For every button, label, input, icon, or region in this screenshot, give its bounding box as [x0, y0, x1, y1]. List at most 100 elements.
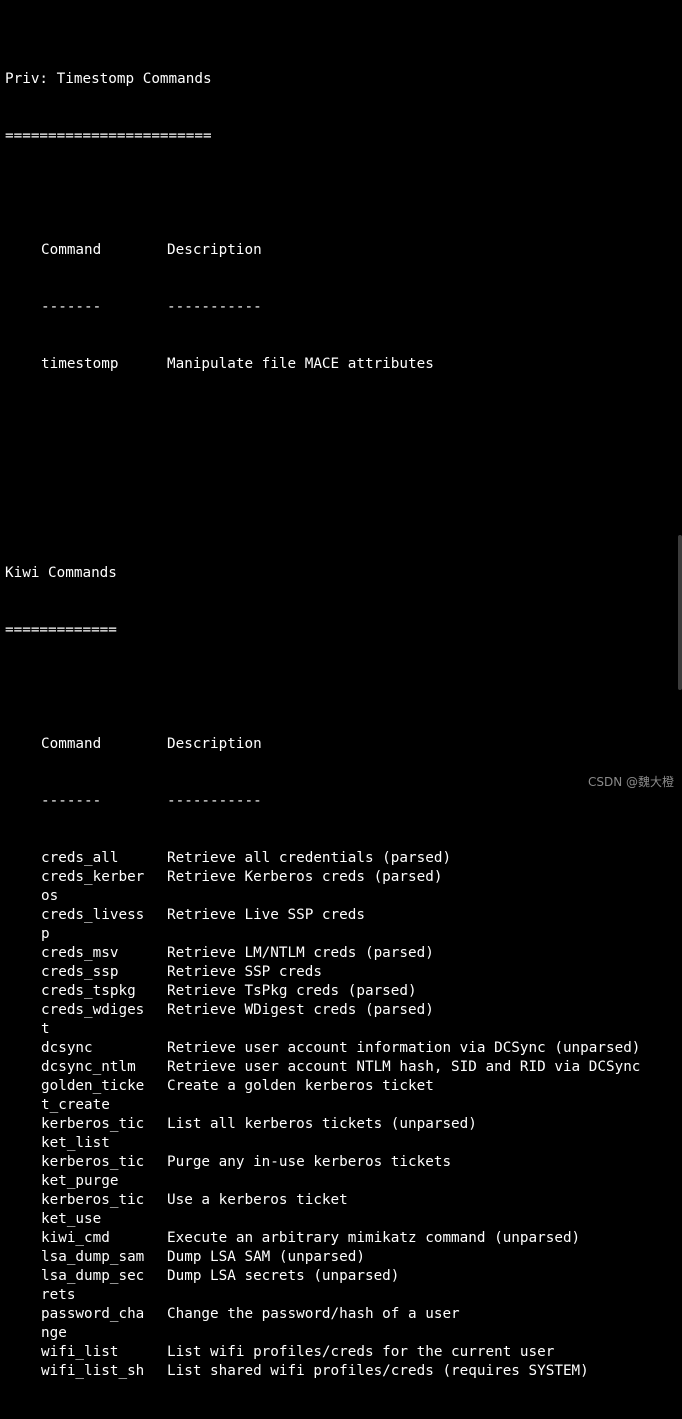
- command-name: dcsync: [41, 1040, 93, 1056]
- table-row: ket_list: [5, 1134, 640, 1153]
- command-name: wifi_list: [41, 1344, 119, 1360]
- table-divider: ------- -----------: [5, 298, 640, 317]
- command-name: creds_livess: [41, 907, 145, 923]
- table-row: kerberos_tic Use a kerberos ticket: [5, 1191, 640, 1210]
- command-description: List shared wifi profiles/creds (require…: [167, 1363, 589, 1379]
- table-row: creds_wdiges Retrieve WDigest creds (pars…: [5, 1001, 640, 1020]
- command-name: creds_msv: [41, 945, 119, 961]
- table-row: golden_ticke Create a golden kerberos tic…: [5, 1077, 640, 1096]
- section-title: Kiwi Commands: [5, 565, 117, 581]
- command-name: kiwi_cmd: [41, 1230, 110, 1246]
- table-row: creds_msv Retrieve LM/NTLM creds (parsed): [5, 944, 640, 963]
- description-column-divider: -----------: [167, 793, 262, 809]
- table-row: kerberos_tic Purge any in-use kerberos ti…: [5, 1153, 640, 1172]
- command-name: lsa_dump_sec: [41, 1268, 145, 1284]
- command-description: List wifi profiles/creds for the current…: [167, 1344, 555, 1360]
- command-name: password_cha: [41, 1306, 145, 1322]
- kiwi-command-table: creds_all Retrieve all credentials (parse…: [5, 849, 640, 1381]
- command-description: Retrieve LM/NTLM creds (parsed): [167, 945, 434, 961]
- command-column-divider: -------: [41, 793, 102, 809]
- table-divider: ------- -----------: [5, 792, 640, 811]
- command-description: Execute an arbitrary mimikatz command (u…: [167, 1230, 581, 1246]
- command-description: Retrieve TsPkg creds (parsed): [167, 983, 417, 999]
- command-description: Retrieve user account information via DC…: [167, 1040, 641, 1056]
- table-row: kiwi_cmd Execute an arbitrary mimikatz co…: [5, 1229, 640, 1248]
- command-name: wifi_list_sh: [41, 1363, 145, 1379]
- command-name: t: [41, 1021, 50, 1037]
- command-column-header: Command: [41, 242, 102, 258]
- table-row: ket_purge: [5, 1172, 640, 1191]
- command-name: creds_all: [41, 850, 119, 866]
- terminal-window: Priv: Timestomp Commands ===============…: [0, 0, 682, 1379]
- description-column-header: Description: [167, 736, 262, 752]
- command-description: Retrieve Live SSP creds: [167, 907, 365, 923]
- table-row: creds_tspkg Retrieve TsPkg creds (parsed): [5, 982, 640, 1001]
- table-row: password_cha Change the password/hash of …: [5, 1305, 640, 1324]
- command-name: t_create: [41, 1097, 110, 1113]
- command-description: Retrieve Kerberos creds (parsed): [167, 869, 443, 885]
- table-row: rets: [5, 1286, 640, 1305]
- section-underline: ========================: [5, 128, 212, 144]
- table-row: creds_all Retrieve all credentials (parse…: [5, 849, 640, 868]
- table-row: p: [5, 925, 640, 944]
- command-name: ket_list: [41, 1135, 110, 1151]
- table-row: lsa_dump_sec Dump LSA secrets (unparsed): [5, 1267, 640, 1286]
- table-header: Command Description: [5, 735, 640, 754]
- command-name: dcsync_ntlm: [41, 1059, 136, 1075]
- table-row: os: [5, 887, 640, 906]
- command-name: golden_ticke: [41, 1078, 145, 1094]
- table-row: wifi_list_sh List shared wifi profiles/cr…: [5, 1362, 640, 1381]
- command-name: lsa_dump_sam: [41, 1249, 145, 1265]
- command-description: Retrieve user account NTLM hash, SID and…: [167, 1059, 641, 1075]
- section-underline: =============: [5, 622, 117, 638]
- command-description: Retrieve all credentials (parsed): [167, 850, 452, 866]
- command-name: nge: [41, 1325, 67, 1341]
- description-column-divider: -----------: [167, 299, 262, 315]
- command-name: creds_tspkg: [41, 983, 136, 999]
- command-column-divider: -------: [41, 299, 102, 315]
- command-name: ket_use: [41, 1211, 102, 1227]
- command-description: Create a golden kerberos ticket: [167, 1078, 434, 1094]
- command-description: List all kerberos tickets (unparsed): [167, 1116, 477, 1132]
- command-name: kerberos_tic: [41, 1192, 145, 1208]
- table-row: timestomp Manipulate file MACE attributes: [5, 355, 640, 374]
- command-name: ket_purge: [41, 1173, 119, 1189]
- command-name: p: [41, 926, 50, 942]
- description-column-header: Description: [167, 242, 262, 258]
- command-column-header: Command: [41, 736, 102, 752]
- command-name: timestomp: [41, 356, 119, 372]
- command-description: Dump LSA SAM (unparsed): [167, 1249, 365, 1265]
- table-row: creds_kerber Retrieve Kerberos creds (par…: [5, 868, 640, 887]
- command-description: Manipulate file MACE attributes: [167, 356, 434, 372]
- table-row: creds_livess Retrieve Live SSP creds: [5, 906, 640, 925]
- table-row: kerberos_tic List all kerberos tickets (u…: [5, 1115, 640, 1134]
- command-name: creds_ssp: [41, 964, 119, 980]
- table-row: dcsync_ntlm Retrieve user account NTLM ha…: [5, 1058, 640, 1077]
- table-row: creds_ssp Retrieve SSP creds: [5, 963, 640, 982]
- watermark-text: CSDN @魏大橙: [587, 775, 674, 789]
- table-row: lsa_dump_sam Dump LSA SAM (unparsed): [5, 1248, 640, 1267]
- command-description: Use a kerberos ticket: [167, 1192, 348, 1208]
- table-header: Command Description: [5, 241, 640, 260]
- command-description: Retrieve SSP creds: [167, 964, 322, 980]
- table-row: t_create: [5, 1096, 640, 1115]
- terminal-output: Priv: Timestomp Commands ===============…: [5, 13, 640, 1419]
- command-description: Purge any in-use kerberos tickets: [167, 1154, 452, 1170]
- table-row: nge: [5, 1324, 640, 1343]
- section-title: Priv: Timestomp Commands: [5, 71, 212, 87]
- table-row: wifi_list List wifi profiles/creds for th…: [5, 1343, 640, 1362]
- command-name: creds_kerber: [41, 869, 145, 885]
- table-row: t: [5, 1020, 640, 1039]
- command-description: Retrieve WDigest creds (parsed): [167, 1002, 434, 1018]
- table-row: dcsync Retrieve user account information …: [5, 1039, 640, 1058]
- command-name: os: [41, 888, 59, 904]
- command-description: Change the password/hash of a user: [167, 1306, 460, 1322]
- table-row: ket_use: [5, 1210, 640, 1229]
- command-description: Dump LSA secrets (unparsed): [167, 1268, 400, 1284]
- command-name: kerberos_tic: [41, 1154, 145, 1170]
- vertical-scrollbar[interactable]: [678, 535, 682, 690]
